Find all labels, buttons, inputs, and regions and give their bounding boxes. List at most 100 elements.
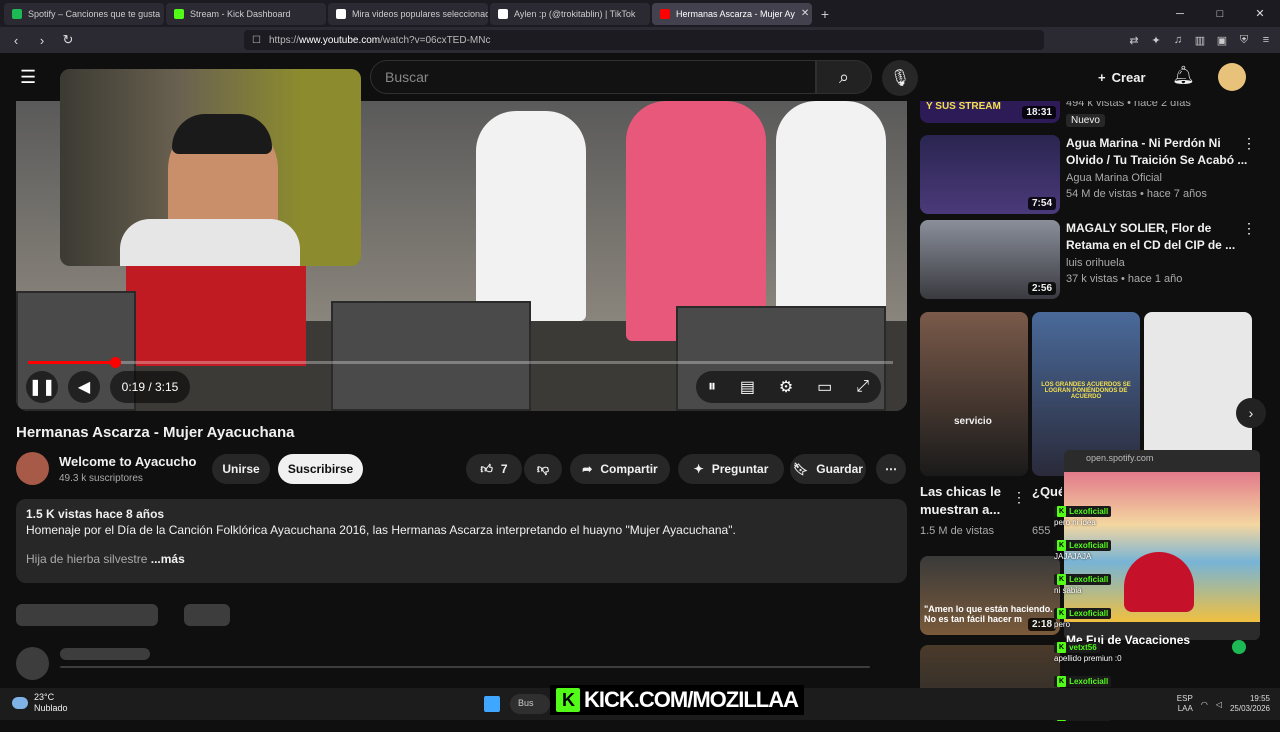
video-thumbnail[interactable]: Y SUS STREAM 18:31	[920, 101, 1060, 123]
subscribe-button[interactable]: Suscribirse	[278, 454, 363, 484]
video-thumbnail[interactable]: "Amen lo que están haciendo. No es tan f…	[920, 556, 1060, 635]
sidebar-icon[interactable]: ▥	[1192, 32, 1208, 48]
search-icon: ⌕	[838, 66, 850, 87]
volume-button[interactable]: ◀︎	[68, 371, 100, 403]
dislike-button[interactable]: 👎︎	[524, 454, 562, 484]
channel-name[interactable]: Welcome to Ayacucho	[59, 454, 197, 469]
taskbar-search[interactable]: Bus	[510, 694, 550, 714]
streamer-webcam	[60, 69, 361, 266]
extension-icon[interactable]: ✦	[1148, 32, 1164, 48]
ask-button[interactable]: ✦ Preguntar	[678, 454, 784, 484]
browser-tab[interactable]: Aylen :p (@trokitablin) | TikTok	[490, 2, 650, 25]
volume-icon: ◀︎	[77, 379, 91, 396]
browser-tab[interactable]: Spotify – Canciones que te gusta	[4, 2, 164, 25]
view-count-date: 1.5 K vistas hace 8 años	[26, 507, 165, 521]
video-title-link[interactable]: Agua Marina - Ni Perdón Ni Olvido / Tu T…	[1066, 135, 1256, 169]
menu-icon[interactable]: ☰	[20, 67, 40, 87]
weather-condition: Nublado	[34, 703, 68, 713]
video-meta: 54 M de vistas • hace 7 años	[1066, 188, 1207, 200]
create-label: Crear	[1111, 69, 1146, 85]
related-video[interactable]: 7:54 Agua Marina - Ni Perdón Ni Olvido /…	[920, 135, 1272, 215]
windows-start-icon[interactable]	[484, 696, 500, 712]
wifi-icon[interactable]: ◠	[1201, 700, 1208, 709]
channel-avatar[interactable]	[16, 452, 49, 485]
close-window-icon[interactable]: ✕	[1240, 7, 1280, 20]
forward-icon[interactable]: ›	[32, 30, 52, 50]
like-button[interactable]: 👍︎ 7	[466, 454, 522, 484]
chat-username-text: Lexoficiall	[1069, 609, 1109, 618]
short-title[interactable]: Las chicas le muestran a...	[920, 483, 1010, 519]
loading-placeholder	[60, 648, 150, 660]
join-label: Unirse	[222, 462, 260, 476]
video-title: Hermanas Ascarza - Mujer Ayacuchana	[16, 424, 295, 441]
join-button[interactable]: Unirse	[212, 454, 270, 484]
theater-icon[interactable]: ▭	[817, 377, 832, 397]
minimize-icon[interactable]: ─	[1160, 8, 1200, 20]
browser-tab[interactable]: Stream - Kick Dashboard	[166, 2, 326, 25]
notifications-icon[interactable]: 🔔︎	[1172, 65, 1195, 86]
video-thumbnail[interactable]: 7:54	[920, 135, 1060, 214]
video-title-link[interactable]: MAGALY SOLIER, Flor de Retama en el CD d…	[1066, 220, 1256, 254]
voice-search-button[interactable]: 🎙︎	[882, 60, 918, 96]
create-button[interactable]: + Crear	[1088, 61, 1156, 93]
wallet-icon[interactable]: ▣	[1214, 32, 1230, 48]
kick-badge-icon: K	[1057, 540, 1067, 551]
fullscreen-icon[interactable]: ⤢	[856, 378, 869, 396]
weather-widget[interactable]: 23°C Nublado	[12, 692, 68, 714]
extension-icons: ⇄ ✦ ♫ ▥ ▣ ⛨ ≡	[1126, 32, 1274, 48]
volume-icon[interactable]: ◁	[1216, 700, 1222, 709]
more-icon[interactable]: ⋮	[1242, 135, 1256, 152]
tab-favicon-icon	[174, 8, 184, 19]
next-shorts-button[interactable]: ›	[1236, 398, 1266, 428]
account-avatar[interactable]	[1218, 63, 1246, 91]
kick-badge-icon: K	[1057, 676, 1067, 687]
more-icon[interactable]: ⋮	[1242, 220, 1256, 237]
menu-icon[interactable]: ≡	[1258, 32, 1274, 48]
reload-icon[interactable]: ↻	[58, 30, 78, 50]
subtitles-icon[interactable]: ▤	[740, 377, 755, 397]
streamer-shirt	[120, 219, 300, 266]
save-button[interactable]: 🔖︎ Guardar	[790, 454, 866, 484]
short-thumbnail[interactable]: servicio	[920, 312, 1028, 476]
more-icon[interactable]: ⋮	[1012, 489, 1026, 506]
subscribe-label: Suscribirse	[287, 462, 354, 476]
autoplay-icon[interactable]: ⏸︎	[708, 378, 716, 396]
settings-icon[interactable]: ⚙︎	[779, 377, 793, 397]
new-tab-icon[interactable]: +	[814, 3, 836, 25]
video-thumbnail[interactable]: 2:56	[920, 220, 1060, 299]
url-bar[interactable]: ☐ https://www.youtube.com/watch?v=06cxTE…	[244, 30, 1044, 50]
pause-button[interactable]: ❚❚	[26, 371, 58, 403]
clock-time: 19:55	[1249, 694, 1270, 703]
language[interactable]: ESP	[1177, 694, 1193, 704]
shield-icon[interactable]: ⛨	[1236, 32, 1252, 48]
more-actions-button[interactable]: ⋯	[876, 454, 906, 484]
music-icon[interactable]: ♫	[1170, 32, 1186, 48]
search-input[interactable]: Buscar	[370, 60, 816, 94]
language-layout: LAA	[1177, 704, 1193, 713]
cloud-icon	[12, 697, 28, 709]
loading-placeholder	[184, 604, 230, 626]
short-title[interactable]: ¿Qué César...	[1032, 483, 1062, 501]
browser-tab[interactable]: Mira videos populares seleccionado	[328, 2, 488, 25]
chat-message: Kvetxt56 apellido premiun :0	[1054, 641, 1244, 664]
chat-message: K Lexoficiall pero	[1054, 607, 1244, 630]
description-box[interactable]: 1.5 K vistas hace 8 años Homenaje por el…	[16, 499, 907, 583]
kick-badge-icon: K	[1057, 642, 1067, 653]
bookmark-icon[interactable]: ☐	[252, 35, 261, 46]
progress-scrubber[interactable]	[109, 357, 121, 368]
share-button[interactable]: ➦ Compartir	[570, 454, 670, 484]
progress-bar[interactable]	[28, 357, 893, 368]
maximize-icon[interactable]: □	[1200, 8, 1240, 20]
time-label: 0:19 / 3:15	[121, 380, 179, 394]
related-video[interactable]: 2:56 MAGALY SOLIER, Flor de Retama en el…	[920, 220, 1272, 300]
browser-tab[interactable]: Hermanas Ascarza - Mujer Ay ✕	[652, 2, 812, 25]
channel-name[interactable]: Agua Marina Oficial	[1066, 172, 1162, 184]
video-meta: 37 k vistas • hace 1 año	[1066, 273, 1183, 285]
channel-name[interactable]: luis orihuela	[1066, 257, 1125, 269]
translate-icon[interactable]: ⇄	[1126, 32, 1142, 48]
back-icon[interactable]: ‹	[6, 30, 26, 50]
search-button[interactable]: ⌕	[816, 60, 872, 94]
show-more-link[interactable]: ...más	[151, 552, 185, 566]
plus-icon: +	[1098, 69, 1106, 85]
close-tab-icon[interactable]: ✕	[801, 8, 809, 19]
